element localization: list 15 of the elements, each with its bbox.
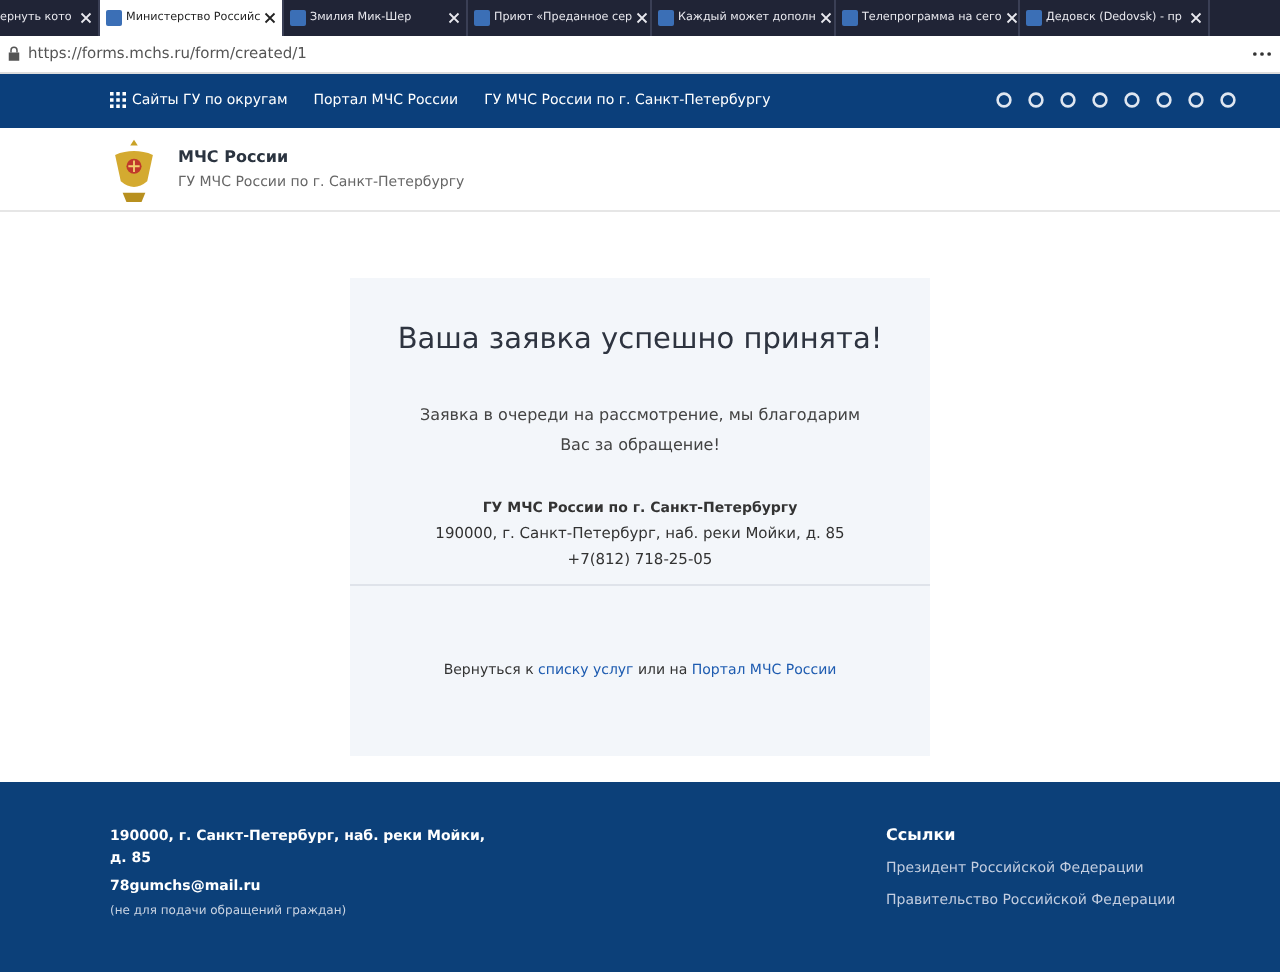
favicon-icon <box>290 9 306 26</box>
grid-icon <box>110 92 126 109</box>
site-title: МЧС России <box>178 148 291 167</box>
favicon-icon <box>842 9 858 26</box>
favicon-icon <box>106 9 122 26</box>
success-heading: Ваша заявка успешно принята! <box>397 323 883 356</box>
emblem-icon <box>110 135 158 204</box>
favicon-icon <box>658 9 674 26</box>
more-icon[interactable] <box>1252 49 1272 58</box>
favicon-icon <box>1026 9 1042 26</box>
links-heading: Ссылки <box>886 825 958 844</box>
close-icon[interactable] <box>264 11 277 24</box>
favicon-icon <box>474 9 490 26</box>
lock-icon <box>8 45 20 62</box>
confirmation-message: Заявка в очереди на рассмотрение, мы благодарим Вас за обращение! <box>417 403 863 458</box>
